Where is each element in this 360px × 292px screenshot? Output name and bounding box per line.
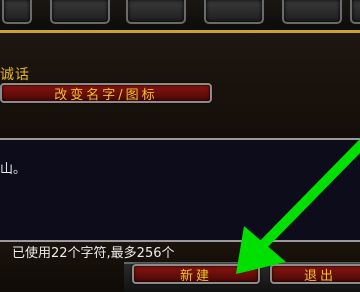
rename-icon-button[interactable]: 改变名字/图标 [0,83,212,103]
char-count-text: 已使用22个字符,最多256个 [12,246,175,261]
message-text: 山。 [0,162,27,177]
tab-2[interactable] [50,0,110,24]
tab-5[interactable] [282,0,342,24]
tab-6[interactable] [350,0,360,24]
tab-4[interactable] [204,0,264,24]
top-tab-strip [0,0,360,30]
message-panel: 诚话 改变名字/图标 [0,30,360,141]
exit-button[interactable]: 退出 [270,264,360,284]
message-label: 诚话 [0,67,30,83]
message-textarea[interactable]: 山。 [0,138,360,242]
tab-1[interactable] [2,0,32,24]
new-button[interactable]: 新建 [132,264,260,284]
tab-3[interactable] [126,0,186,24]
